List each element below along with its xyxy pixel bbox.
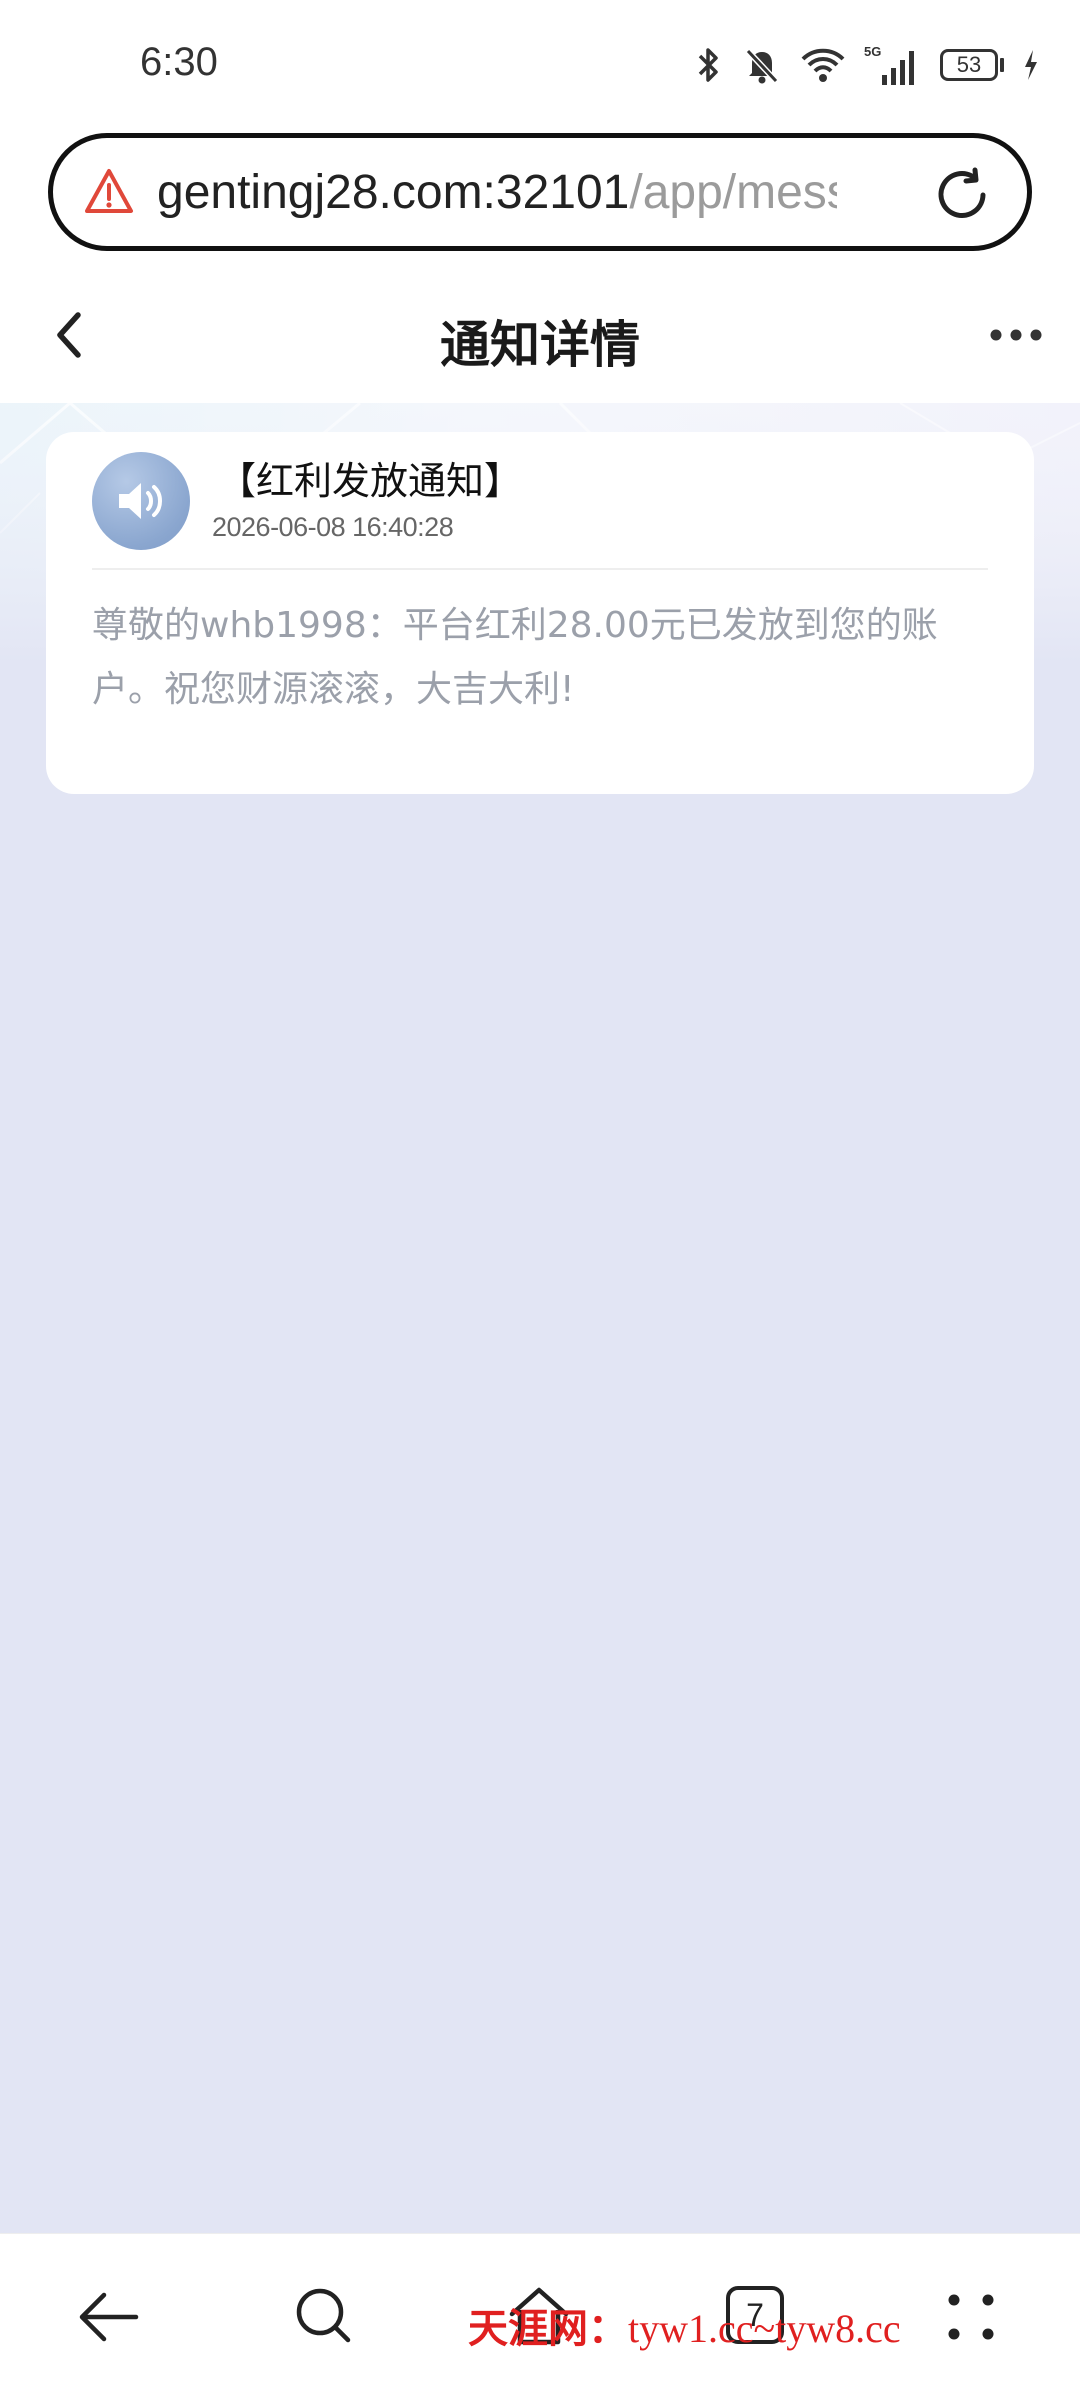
back-arrow-icon[interactable]: [74, 2282, 144, 2352]
watermark-urls: tyw1.cc~tyw8.cc: [628, 2306, 901, 2351]
divider: [92, 568, 988, 570]
wifi-icon: [801, 48, 845, 82]
status-time: 6:30: [140, 40, 218, 84]
browser-toolbar: gentingj28.com:32101/app/messa: [0, 100, 1080, 275]
watermark: 天涯网：tyw1.cc~tyw8.cc: [468, 2296, 901, 2354]
battery-indicator: 53: [940, 49, 1004, 81]
warning-triangle-icon[interactable]: [83, 166, 135, 218]
notification-body: 尊敬的whb1998：平台红利28.00元已发放到您的账户。祝您财源滚滚，大吉大…: [92, 605, 938, 710]
page-header: 通知详情: [0, 275, 1080, 403]
signal-5g-icon: 5G: [864, 44, 914, 85]
notification-card: 【红利发放通知】 2026-06-08 16:40:28 尊敬的whb1998：…: [46, 432, 1034, 794]
page-title: 通知详情: [440, 316, 640, 374]
svg-text:5G: 5G: [864, 44, 881, 59]
bluetooth-icon: [698, 48, 718, 82]
notification-title: 【红利发放通知】: [218, 459, 523, 503]
search-icon[interactable]: [290, 2282, 360, 2352]
address-bar[interactable]: gentingj28.com:32101/app/messa: [48, 133, 1032, 251]
reload-icon[interactable]: [931, 164, 993, 226]
url-text[interactable]: gentingj28.com:32101/app/messa: [157, 165, 837, 220]
menu-icon[interactable]: [936, 2282, 1006, 2352]
battery-level: 53: [940, 49, 998, 81]
more-dots-icon[interactable]: [988, 315, 1044, 355]
watermark-site: 天涯网：: [468, 2306, 628, 2351]
url-host: gentingj28.com:32101: [157, 165, 630, 219]
charging-icon: [1025, 50, 1037, 80]
status-icons: 5G 53: [694, 40, 1040, 90]
notification-time: 2026-06-08 16:40:28: [212, 512, 454, 542]
speaker-icon: [92, 452, 190, 550]
bell-muted-icon: [745, 48, 779, 84]
url-path: /app/messa: [629, 165, 837, 219]
